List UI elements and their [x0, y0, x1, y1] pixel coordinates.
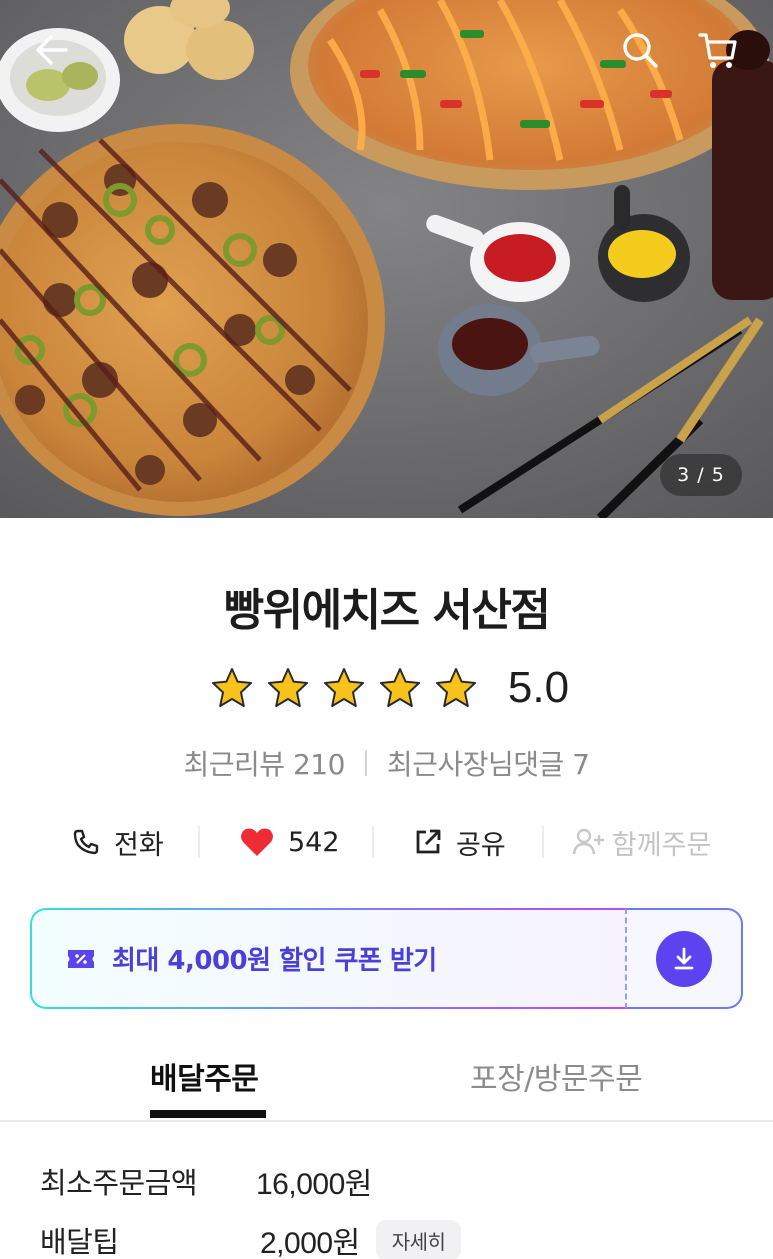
- tab-pickup[interactable]: 포장/방문주문: [470, 1054, 643, 1098]
- recent-reviews-link[interactable]: 최근리뷰 210: [184, 743, 346, 783]
- share-button[interactable]: 공유: [414, 810, 506, 874]
- order-type-tabs: 배달주문 포장/방문주문: [0, 1048, 773, 1122]
- delivery-tip-value: 2,000원: [260, 1227, 360, 1259]
- review-summary: 최근리뷰 210 최근사장님댓글 7: [0, 740, 773, 786]
- rating-value: 5.0: [507, 663, 570, 712]
- coupon-banner: 최대 4,000원 할인 쿠폰 받기: [30, 908, 743, 1009]
- like-count: 542: [288, 826, 340, 858]
- heart-icon: [241, 828, 273, 856]
- call-button[interactable]: 전화: [72, 810, 164, 874]
- divider: [542, 826, 544, 858]
- min-order-label: 최소주문금액: [40, 1166, 198, 1200]
- star-icon: [379, 668, 420, 707]
- download-circle: [656, 930, 712, 987]
- add-person-icon: [572, 828, 604, 855]
- store-name: 빵위에치즈 서산점: [223, 585, 551, 636]
- coupon-icon: [68, 949, 94, 968]
- divider: [364, 750, 367, 776]
- delivery-tip-row: 배달팁 2,000원 자세히: [40, 1215, 462, 1259]
- download-icon: [674, 947, 694, 969]
- back-button[interactable]: [24, 22, 80, 78]
- delivery-tip-detail-button[interactable]: 자세히: [375, 1220, 462, 1259]
- phone-icon: [73, 829, 99, 855]
- divider: [198, 826, 200, 858]
- star-icon: [211, 668, 252, 707]
- star-icon: [435, 668, 476, 707]
- cart-button[interactable]: [690, 22, 746, 78]
- search-button[interactable]: [612, 22, 668, 78]
- coupon-label: 최대 4,000원 할인 쿠폰 받기: [112, 946, 437, 976]
- search-icon: [623, 33, 658, 68]
- active-tab-indicator: [150, 1110, 266, 1118]
- hero-image-carousel[interactable]: 3 / 5: [0, 0, 773, 518]
- store-actions: 전화 542 공유 함께주문: [0, 810, 773, 874]
- coupon-download-button[interactable]: [625, 908, 743, 1009]
- owner-replies-link[interactable]: 최근사장님댓글 7: [387, 743, 590, 783]
- like-button[interactable]: 542: [240, 810, 340, 874]
- delivery-tip-label: 배달팁: [40, 1225, 119, 1259]
- divider: [372, 826, 374, 858]
- share-icon: [416, 829, 441, 854]
- rating-row: 5.0: [0, 660, 773, 716]
- min-order-row: 최소주문금액 16,000원: [40, 1156, 372, 1206]
- share-label: 공유: [456, 829, 506, 861]
- tab-delivery[interactable]: 배달주문: [150, 1054, 259, 1098]
- image-page-indicator: 3 / 5: [660, 454, 742, 496]
- coupon-button[interactable]: 최대 4,000원 할인 쿠폰 받기: [30, 908, 627, 1009]
- min-order-value: 16,000원: [256, 1168, 372, 1201]
- group-order-button[interactable]: 함께주문: [572, 810, 711, 874]
- back-arrow-icon: [36, 35, 68, 65]
- call-label: 전화: [114, 829, 164, 861]
- star-icon: [267, 668, 308, 707]
- cart-icon: [698, 33, 737, 68]
- star-icon: [323, 668, 364, 707]
- group-order-label: 함께주문: [612, 829, 712, 861]
